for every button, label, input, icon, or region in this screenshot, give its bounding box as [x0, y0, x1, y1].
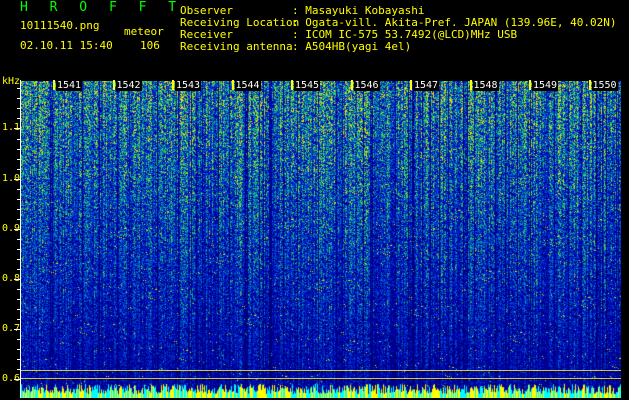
time-label: 1550 [591, 80, 618, 91]
y-minor-tick [17, 209, 20, 210]
y-minor-tick [17, 299, 20, 300]
header-panel: H R O F F T 10111540.png meteor 02.10.11… [0, 0, 629, 78]
antenna-value: : A504HB(yagi 4el) [292, 40, 412, 53]
minute-marker [410, 80, 412, 90]
y-minor-tick [17, 249, 20, 250]
y-tick [14, 329, 20, 330]
minute-marker [291, 80, 293, 90]
time-label: 1541 [56, 80, 83, 91]
time-label: 1543 [175, 80, 202, 91]
minute-marker [588, 80, 591, 90]
minute-marker [112, 80, 115, 90]
y-tick [14, 179, 20, 180]
y-minor-tick [17, 88, 20, 89]
y-minor-tick [17, 139, 20, 140]
y-minor-tick [17, 108, 20, 109]
reference-line-lower [21, 378, 621, 379]
minute-marker [53, 80, 55, 90]
time-label: 1542 [115, 80, 142, 91]
datetime: 02.10.11 15:40 [20, 39, 113, 52]
y-minor-tick [17, 259, 20, 260]
y-minor-tick [17, 219, 20, 220]
y-tick [14, 279, 20, 280]
y-unit-label: kHz [2, 76, 21, 87]
minute-marker [350, 80, 353, 90]
y-minor-tick [17, 359, 20, 360]
y-tick [14, 229, 20, 230]
time-label: 1545 [294, 80, 321, 91]
antenna-label: Receiving antenna [180, 40, 293, 53]
reference-line-upper [21, 370, 621, 371]
y-minor-tick [17, 239, 20, 240]
y-minor-tick [17, 319, 20, 320]
y-minor-tick [17, 98, 20, 99]
minute-marker [529, 80, 531, 90]
time-label: 1548 [472, 80, 499, 91]
app-title: H R O F F T [20, 0, 184, 15]
count: 106 [140, 39, 160, 52]
time-label: 1549 [532, 80, 559, 91]
y-minor-tick [17, 189, 20, 190]
y-minor-tick [17, 149, 20, 150]
y-tick [14, 379, 20, 380]
y-minor-tick [17, 159, 20, 160]
minute-marker [469, 80, 472, 90]
time-label: 1547 [413, 80, 440, 91]
y-minor-tick [17, 169, 20, 170]
filename: 10111540.png [20, 19, 100, 32]
spectrogram [21, 81, 621, 398]
y-minor-tick [17, 269, 20, 270]
mode-label: meteor [124, 25, 164, 38]
y-minor-tick [17, 289, 20, 290]
minute-marker [231, 80, 234, 90]
minute-marker [172, 80, 174, 90]
y-minor-tick [17, 349, 20, 350]
time-label: 1544 [234, 80, 261, 91]
y-minor-tick [17, 339, 20, 340]
y-minor-tick [17, 199, 20, 200]
y-tick [14, 128, 20, 129]
time-label: 1546 [353, 80, 380, 91]
y-minor-tick [17, 309, 20, 310]
y-minor-tick [17, 118, 20, 119]
y-minor-tick [17, 369, 20, 370]
